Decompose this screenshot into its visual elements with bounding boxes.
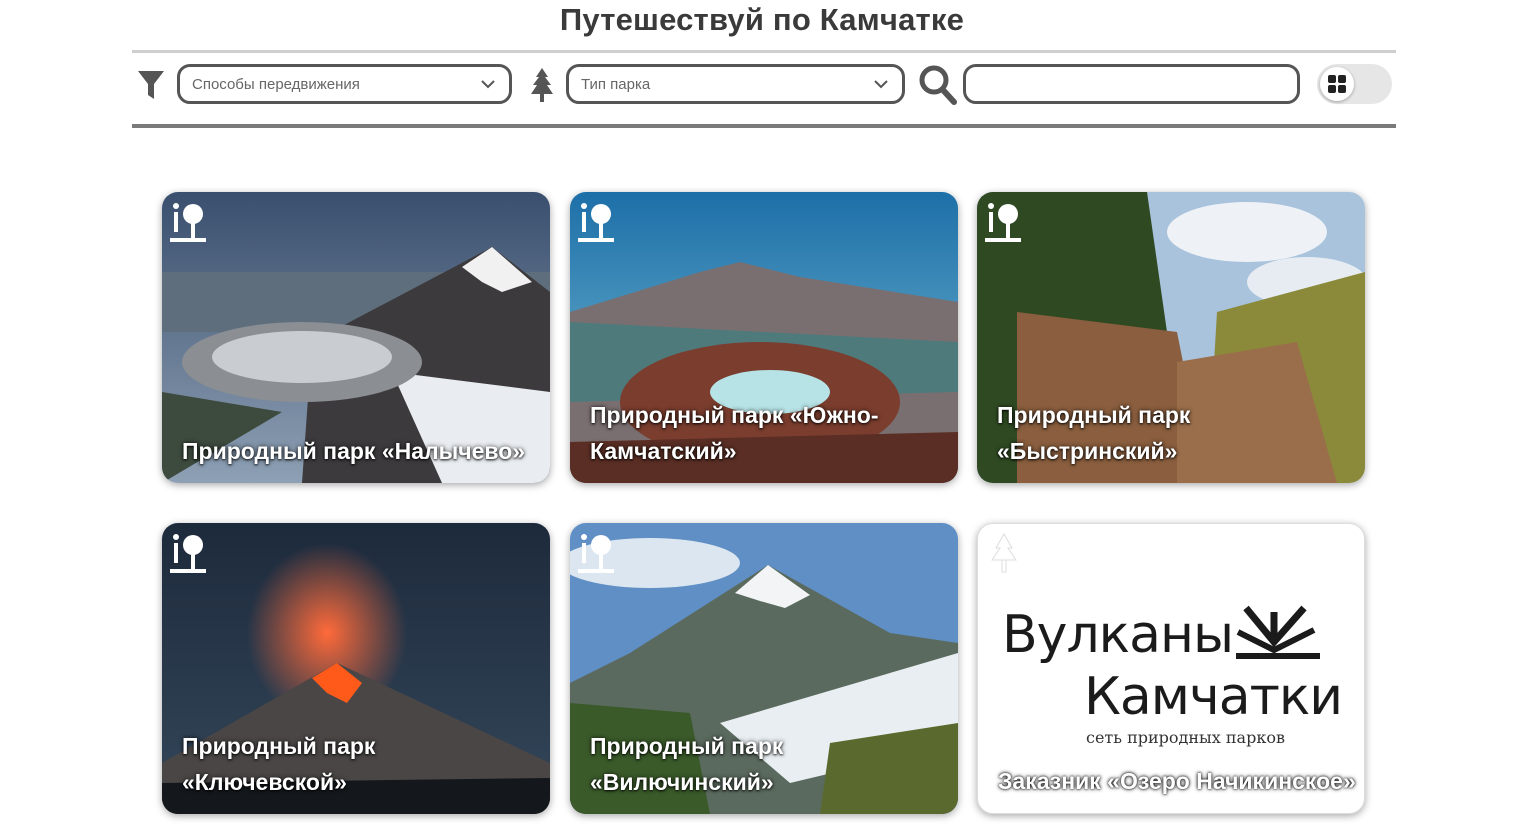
view-toggle[interactable] xyxy=(1317,64,1392,104)
transport-select-label: Способы передвижения xyxy=(192,75,360,93)
logo-subtitle: сеть природных парков xyxy=(1086,728,1285,747)
card-title: Природный парк «Южно-Камчатский» xyxy=(590,402,879,464)
transport-select[interactable]: Способы передвижения xyxy=(177,64,512,104)
logo-line2: Камчатки xyxy=(1084,667,1343,727)
card-title: Природный парк «Налычево» xyxy=(182,438,526,464)
card-title: Природный парк «Вилючинский» xyxy=(590,733,784,795)
reserve-icon xyxy=(991,532,1017,573)
park-icon xyxy=(170,534,206,573)
filter-toolbar: Способы передвижения Тип парка xyxy=(132,62,1396,108)
park-icon xyxy=(578,203,614,242)
park-icon xyxy=(578,534,614,573)
park-card-nalychevo[interactable]: Природный парк «Налычево» xyxy=(162,192,550,483)
park-icon xyxy=(170,203,206,242)
page-title: Путешествуй по Камчатке xyxy=(559,2,965,37)
park-card-klyuchevskoy[interactable]: Природный парк «Ключевской» xyxy=(162,523,550,814)
grid-icon xyxy=(1320,67,1354,101)
park-icon xyxy=(985,203,1021,242)
chevron-down-icon xyxy=(481,80,495,89)
park-type-select[interactable]: Тип парка xyxy=(566,64,905,104)
logo-rays-icon xyxy=(1236,605,1320,659)
reserve-card-nachikinskoe[interactable]: Вулканы Камчатки сеть природных парков З… xyxy=(977,523,1365,814)
card-title: Заказник «Озеро Начикинское» xyxy=(998,768,1356,794)
park-card-yuzhno-kamchatsky[interactable]: Природный парк «Южно-Камчатский» xyxy=(570,192,958,483)
header-divider xyxy=(132,50,1396,53)
toolbar-divider xyxy=(132,124,1396,128)
park-card-bystrinsky[interactable]: Природный парк «Быстринский» xyxy=(977,192,1365,483)
search-input[interactable] xyxy=(963,64,1300,104)
park-type-select-label: Тип парка xyxy=(581,75,651,93)
chevron-down-icon xyxy=(874,80,888,89)
search-icon[interactable] xyxy=(918,65,958,105)
tree-icon xyxy=(525,66,559,104)
card-title: Природный парк «Ключевской» xyxy=(182,733,376,795)
filter-icon xyxy=(134,66,168,104)
park-card-vilyuchinsky[interactable]: Природный парк «Вилючинский» xyxy=(570,523,958,814)
card-title: Природный парк «Быстринский» xyxy=(997,402,1191,464)
